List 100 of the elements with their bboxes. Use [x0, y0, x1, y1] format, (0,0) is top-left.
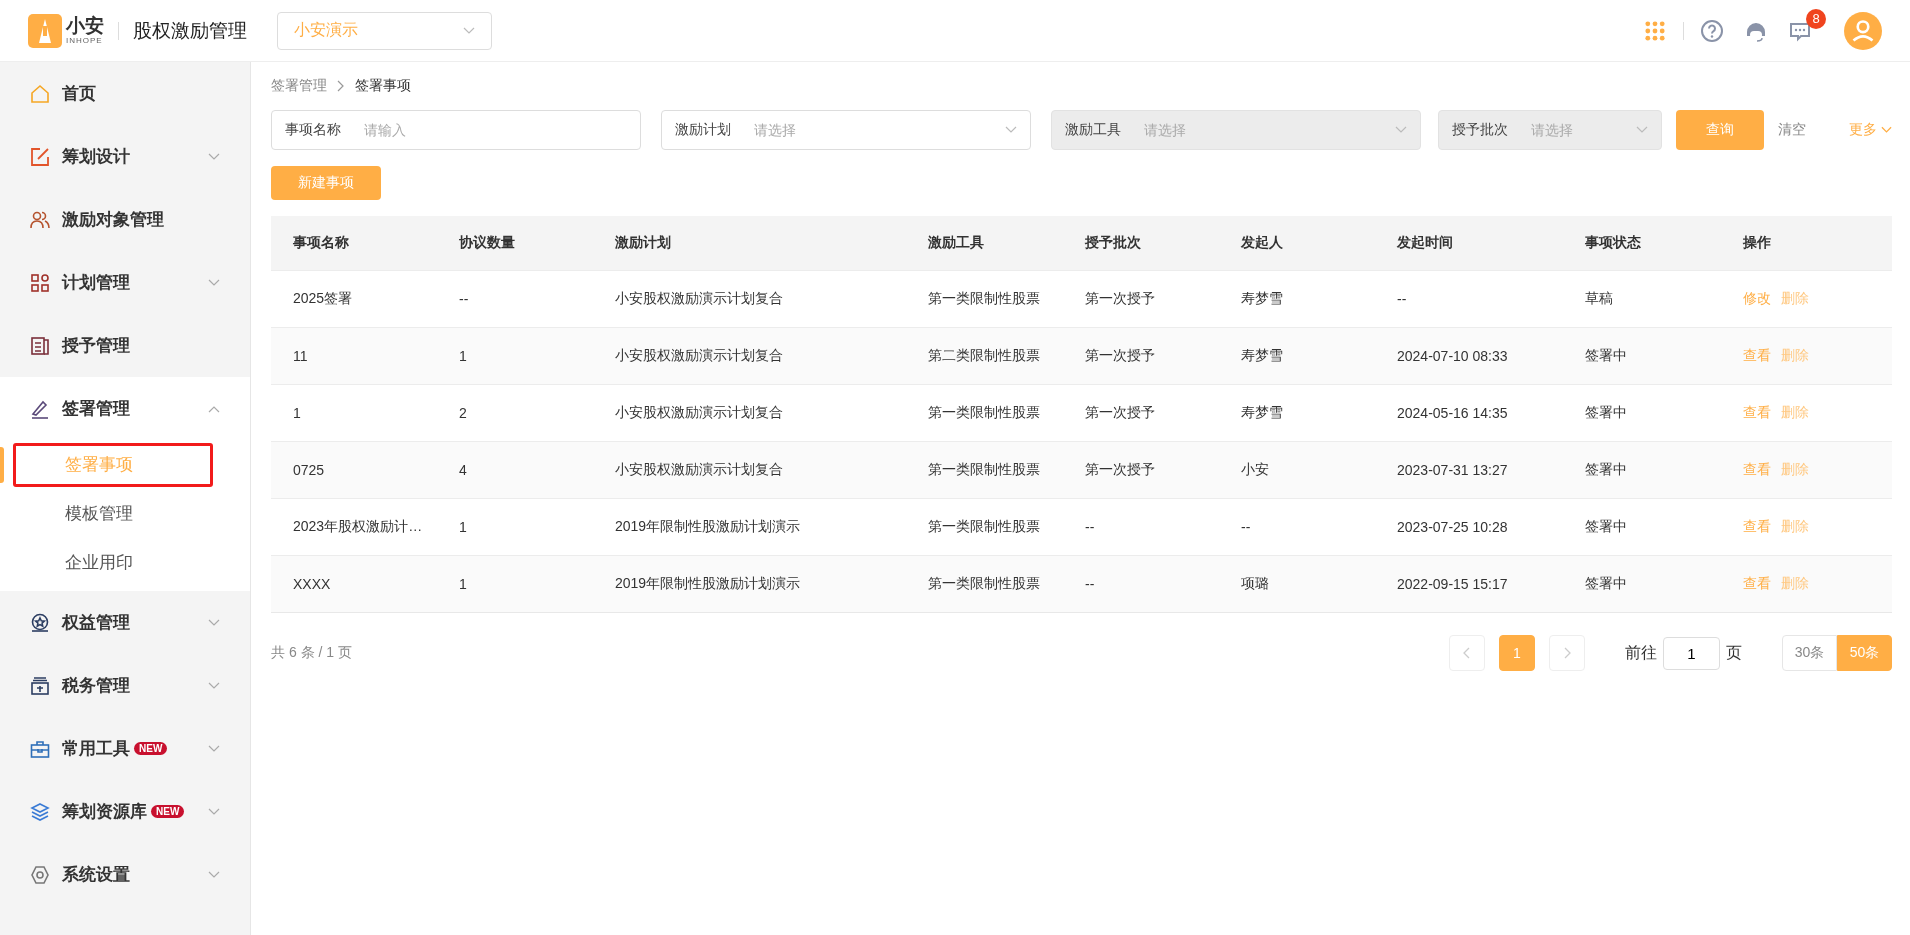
sidebar-item[interactable]: 计划管理 — [0, 251, 250, 314]
sidebar-subitem[interactable]: 签署事项 — [13, 442, 213, 487]
column-header: 发起时间 — [1396, 234, 1454, 252]
table-cell-text: 2025签署 — [292, 290, 354, 308]
table-cell-text: -- — [1240, 519, 1252, 535]
table-cell-text: 11 — [292, 348, 309, 364]
edit-icon — [30, 146, 50, 167]
action-link[interactable]: 查看 — [1743, 518, 1771, 536]
field-label: 授予批次 — [1452, 121, 1508, 139]
column-header: 激励计划 — [614, 234, 672, 252]
table-cell-text: 2023年股权激励计… — [292, 518, 424, 536]
page-size-option[interactable]: 50条 — [1837, 635, 1892, 671]
sidebar-item[interactable]: 筹划设计 — [0, 125, 250, 188]
field-label: 激励计划 — [675, 121, 731, 139]
clear-link[interactable]: 清空 — [1778, 121, 1806, 139]
chevron-down-icon — [208, 870, 220, 879]
table-cell-text: 小安股权激励演示计划复合 — [614, 347, 784, 365]
page-button[interactable]: 1 — [1499, 635, 1535, 671]
chevron-down-icon — [208, 807, 220, 816]
table-cell-text: 寿梦雪 — [1240, 347, 1284, 365]
breadcrumb-item: 签署事项 — [355, 77, 411, 95]
column-header: 协议数量 — [458, 234, 516, 252]
table-cell-text: 2019年限制性股激励计划演示 — [614, 575, 802, 593]
chevron-down-icon — [208, 744, 220, 753]
previous-page-button[interactable] — [1449, 635, 1485, 671]
action-link[interactable]: 查看 — [1743, 575, 1771, 593]
table-cell-text: -- — [1396, 291, 1408, 307]
table-cell-text: 2024-07-10 08:33 — [1396, 348, 1509, 364]
pagination-total: 共 6 条 / 1 页 — [271, 644, 352, 662]
table-cell-text: 4 — [458, 462, 468, 478]
table-cell-text: 2 — [458, 405, 468, 421]
action-link[interactable]: 查看 — [1743, 404, 1771, 422]
column-header: 事项状态 — [1584, 234, 1642, 252]
medal-icon — [30, 612, 50, 633]
action-link[interactable]: 删除 — [1781, 347, 1809, 365]
chevron-down-icon — [1005, 126, 1017, 134]
breadcrumb-item[interactable]: 签署管理 — [271, 77, 327, 95]
chevron-right-icon — [1563, 647, 1571, 659]
field-label: 事项名称 — [285, 121, 341, 139]
table-cell-text: 第一次授予 — [1084, 290, 1156, 308]
table-cell-text: 第一类限制性股票 — [927, 461, 1041, 479]
logo-name: 小安 — [66, 16, 104, 35]
table-cell-text: 小安股权激励演示计划复合 — [614, 404, 784, 422]
sidebar-subitem[interactable]: 企业用印 — [13, 540, 213, 585]
page-suffix: 页 — [1726, 642, 1742, 663]
table-cell-text: 1 — [458, 576, 468, 592]
page-input[interactable]: 1 — [1663, 636, 1720, 670]
logo-subtitle: INHOPE — [66, 37, 104, 45]
new-badge: NEW — [151, 805, 185, 818]
action-link[interactable]: 删除 — [1781, 461, 1809, 479]
table-cell-text: 小安股权激励演示计划复合 — [614, 461, 784, 479]
sidebar-item[interactable]: 授予管理 — [0, 314, 250, 377]
chevron-down-icon — [208, 152, 220, 161]
table-cell-text: 1 — [458, 348, 468, 364]
table-cell-text: 2022-09-15 15:17 — [1396, 576, 1509, 592]
table-cell-text: 第一次授予 — [1084, 347, 1156, 365]
table-cell-text: 第一类限制性股票 — [927, 518, 1041, 536]
sidebar-item[interactable]: 签署管理 — [0, 377, 250, 440]
action-link[interactable]: 删除 — [1781, 518, 1809, 536]
more-link[interactable]: 更多 — [1849, 121, 1892, 139]
table-cell-text: 2019年限制性股激励计划演示 — [614, 518, 802, 536]
sidebar-item[interactable]: 系统设置 — [0, 843, 250, 906]
apps-grid-icon[interactable] — [1643, 18, 1667, 43]
people-icon — [30, 209, 50, 230]
sidebar-item[interactable]: 激励对象管理 — [0, 188, 250, 251]
column-header: 事项名称 — [292, 234, 350, 252]
sidebar-item[interactable]: 税务管理 — [0, 654, 250, 717]
chevron-left-icon — [1463, 647, 1471, 659]
action-link[interactable]: 查看 — [1743, 461, 1771, 479]
avatar-icon[interactable] — [1844, 11, 1882, 50]
sidebar-item[interactable]: 筹划资源库 NEW — [0, 780, 250, 843]
company-select[interactable]: 小安演示 — [277, 11, 492, 50]
table-cell-text: 寿梦雪 — [1240, 404, 1284, 422]
table-cell-text: 签署中 — [1584, 575, 1628, 593]
action-link[interactable]: 查看 — [1743, 347, 1771, 365]
action-link[interactable]: 删除 — [1781, 575, 1809, 593]
sidebar-item[interactable]: 权益管理 — [0, 591, 250, 654]
action-link[interactable]: 删除 — [1781, 290, 1809, 308]
action-link[interactable]: 删除 — [1781, 404, 1809, 422]
table-cell-text: 签署中 — [1584, 347, 1628, 365]
sidebar-subitem[interactable]: 模板管理 — [13, 491, 213, 536]
help-icon[interactable] — [1700, 18, 1724, 43]
query-button[interactable]: 查询 — [1676, 110, 1764, 150]
chevron-down-icon — [208, 278, 220, 287]
table-cell-text: 签署中 — [1584, 404, 1628, 422]
action-link[interactable]: 修改 — [1743, 290, 1771, 308]
column-header: 操作 — [1742, 234, 1772, 252]
table-cell-text: 2023-07-31 13:27 — [1396, 462, 1509, 478]
table-cell-text: 2024-05-16 14:35 — [1396, 405, 1509, 421]
sidebar-item[interactable]: 常用工具 NEW — [0, 717, 250, 780]
new-item-button[interactable]: 新建事项 — [271, 166, 381, 200]
sidebar-item[interactable]: 首页 — [0, 62, 250, 125]
next-page-button[interactable] — [1549, 635, 1585, 671]
table-cell-text: 第一次授予 — [1084, 461, 1156, 479]
toolbox-icon — [30, 738, 50, 759]
chevron-up-icon — [208, 404, 220, 413]
logo-icon — [28, 13, 62, 48]
column-header: 激励工具 — [927, 234, 985, 252]
table-cell-text: 第一次授予 — [1084, 404, 1156, 422]
chevron-down-icon — [208, 681, 220, 690]
